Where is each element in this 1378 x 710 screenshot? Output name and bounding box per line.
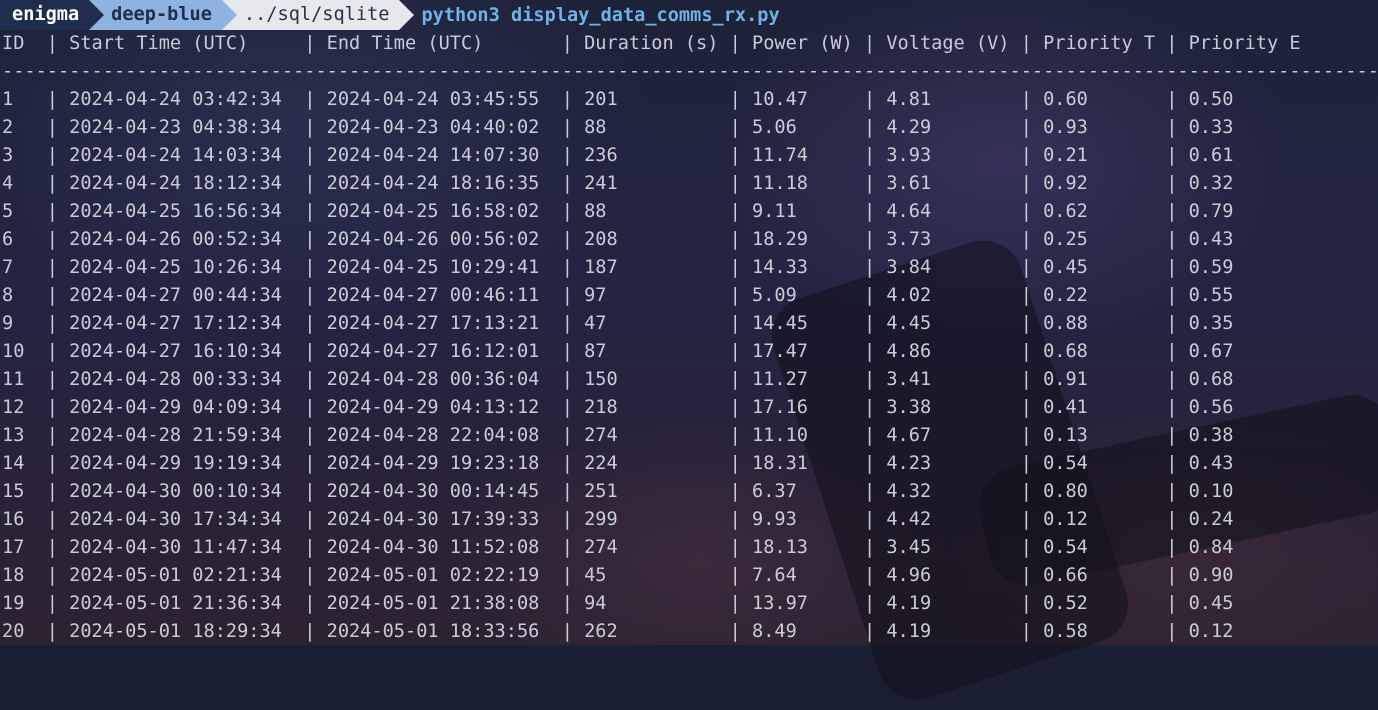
- powerline-arrow-icon: [221, 0, 237, 30]
- prompt-path: ../sql/sqlite: [243, 4, 390, 25]
- prompt-theme: deep-blue: [111, 4, 212, 25]
- table-row: 6 | 2024-04-26 00:52:34 | 2024-04-26 00:…: [2, 229, 1234, 250]
- table-row: 14 | 2024-04-29 19:19:34 | 2024-04-29 19…: [2, 453, 1234, 474]
- powerline-arrow-icon: [89, 0, 105, 30]
- table-header: ID | Start Time (UTC) | End Time (UTC) |…: [2, 33, 1301, 54]
- table-row: 1 | 2024-04-24 03:42:34 | 2024-04-24 03:…: [2, 89, 1234, 110]
- table-row: 11 | 2024-04-28 00:33:34 | 2024-04-28 00…: [2, 369, 1234, 390]
- table-row: 16 | 2024-04-30 17:34:34 | 2024-04-30 17…: [2, 509, 1234, 530]
- prompt-path-segment: ../sql/sqlite: [221, 0, 415, 30]
- powerline-arrow-icon: [399, 0, 415, 30]
- prompt-theme-segment: deep-blue: [89, 0, 237, 30]
- table-row: 3 | 2024-04-24 14:03:34 | 2024-04-24 14:…: [2, 145, 1234, 166]
- table-row: 18 | 2024-05-01 02:21:34 | 2024-05-01 02…: [2, 565, 1234, 586]
- table-row: 13 | 2024-04-28 21:59:34 | 2024-04-28 22…: [2, 425, 1234, 446]
- table-row: 2 | 2024-04-23 04:38:34 | 2024-04-23 04:…: [2, 117, 1234, 138]
- shell-prompt: enigma deep-blue ../sql/sqlite python3 d…: [0, 0, 780, 30]
- prompt-host-segment: enigma: [0, 0, 105, 30]
- table-row: 15 | 2024-04-30 00:10:34 | 2024-04-30 00…: [2, 481, 1234, 502]
- table-row: 10 | 2024-04-27 16:10:34 | 2024-04-27 16…: [2, 341, 1234, 362]
- table-row: 20 | 2024-05-01 18:29:34 | 2024-05-01 18…: [2, 621, 1234, 642]
- command-output: ID | Start Time (UTC) | End Time (UTC) |…: [2, 30, 1378, 646]
- table-row: 19 | 2024-05-01 21:36:34 | 2024-05-01 21…: [2, 593, 1234, 614]
- table-row: 8 | 2024-04-27 00:44:34 | 2024-04-27 00:…: [2, 285, 1234, 306]
- table-row: 12 | 2024-04-29 04:09:34 | 2024-04-29 04…: [2, 397, 1234, 418]
- table-row: 7 | 2024-04-25 10:26:34 | 2024-04-25 10:…: [2, 257, 1234, 278]
- table-separator: ----------------------------------------…: [2, 61, 1378, 82]
- table-row: 4 | 2024-04-24 18:12:34 | 2024-04-24 18:…: [2, 173, 1234, 194]
- prompt-command: python3 display_data_comms_rx.py: [421, 4, 780, 26]
- table-row: 5 | 2024-04-25 16:56:34 | 2024-04-25 16:…: [2, 201, 1234, 222]
- table-row: 17 | 2024-04-30 11:47:34 | 2024-04-30 11…: [2, 537, 1234, 558]
- table-body: 1 | 2024-04-24 03:42:34 | 2024-04-24 03:…: [2, 86, 1378, 646]
- prompt-host: enigma: [12, 4, 80, 25]
- table-row: 9 | 2024-04-27 17:12:34 | 2024-04-27 17:…: [2, 313, 1234, 334]
